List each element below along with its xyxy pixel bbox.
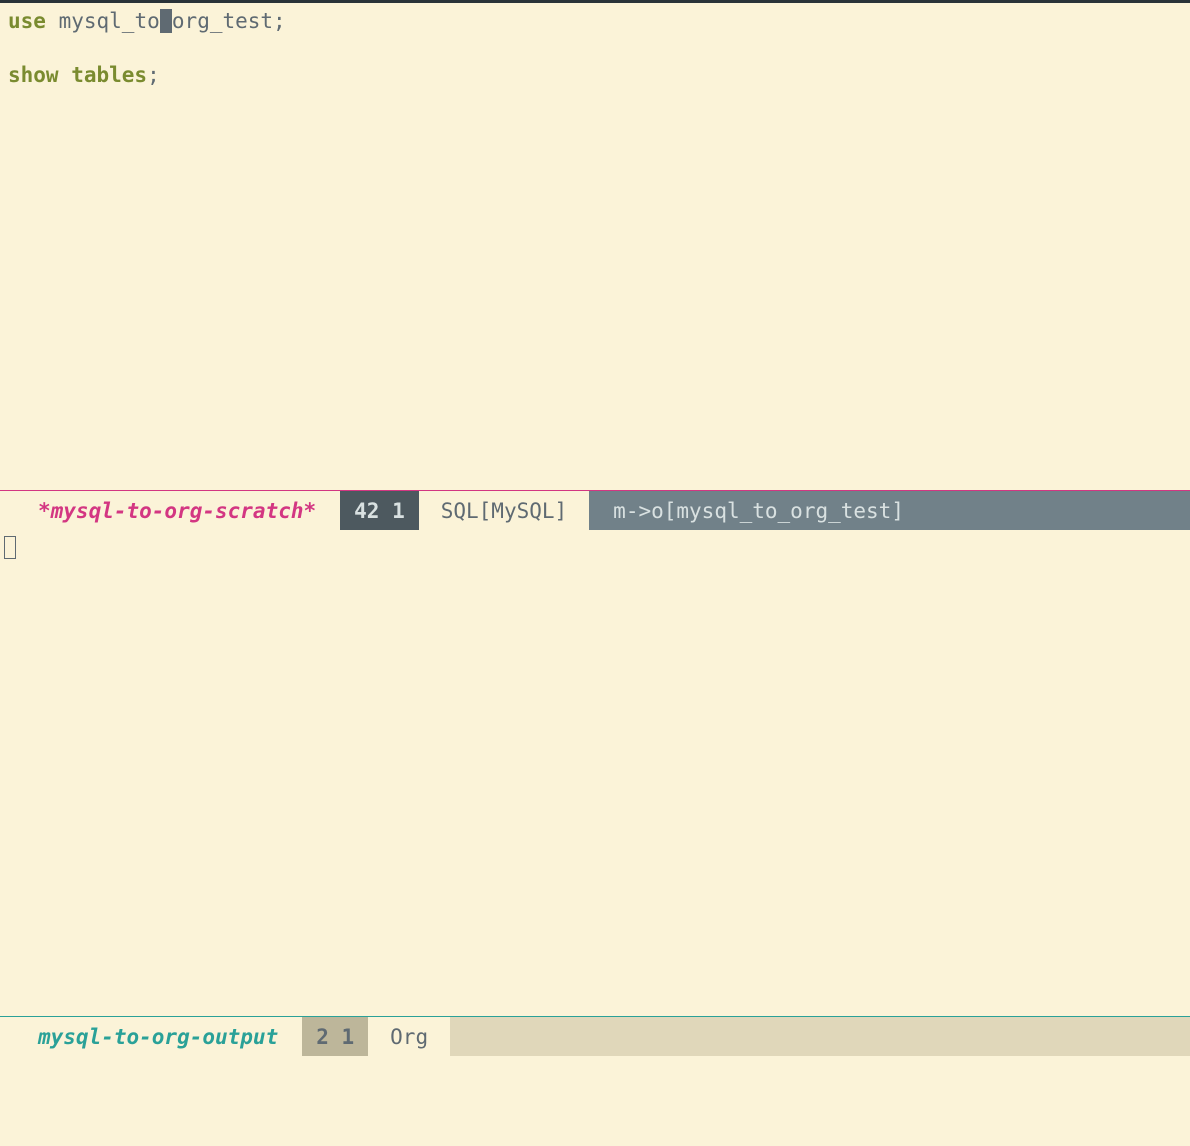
code-text-1b: org_test; bbox=[172, 9, 286, 33]
minibuffer[interactable] bbox=[0, 1056, 1190, 1146]
code-text-1a: mysql_to bbox=[46, 9, 160, 33]
editor-bottom-pane[interactable] bbox=[0, 530, 1190, 1016]
code-text-3: ; bbox=[147, 63, 160, 87]
modeline-position-bottom: 2 1 bbox=[302, 1017, 368, 1056]
modeline-top[interactable]: *mysql-to-org-scratch* 42 1 SQL[MySQL] m… bbox=[0, 490, 1190, 530]
modeline-mode-bottom[interactable]: Org bbox=[368, 1017, 450, 1056]
inactive-cursor bbox=[4, 536, 16, 559]
code-line-2[interactable] bbox=[8, 35, 1182, 62]
text-cursor bbox=[160, 9, 172, 33]
keyword-tables: tables bbox=[59, 63, 148, 87]
code-line-1[interactable]: use mysql_to org_test; bbox=[8, 8, 1182, 35]
code-line-3[interactable]: show tables; bbox=[8, 62, 1182, 89]
modeline-buffer-name-top[interactable]: *mysql-to-org-scratch* bbox=[0, 491, 340, 530]
keyword-use: use bbox=[8, 9, 46, 33]
modeline-buffer-name-bottom[interactable]: mysql-to-org-output bbox=[0, 1017, 302, 1056]
modeline-extra-bottom bbox=[450, 1017, 1190, 1056]
modeline-position-top: 42 1 bbox=[340, 491, 419, 530]
modeline-bottom[interactable]: mysql-to-org-output 2 1 Org bbox=[0, 1016, 1190, 1056]
modeline-mode-top[interactable]: SQL[MySQL] bbox=[419, 491, 589, 530]
keyword-show: show bbox=[8, 63, 59, 87]
editor-top-pane[interactable]: use mysql_to org_test; show tables; bbox=[0, 3, 1190, 490]
modeline-extra-top: m->o[mysql_to_org_test] bbox=[589, 491, 1190, 530]
